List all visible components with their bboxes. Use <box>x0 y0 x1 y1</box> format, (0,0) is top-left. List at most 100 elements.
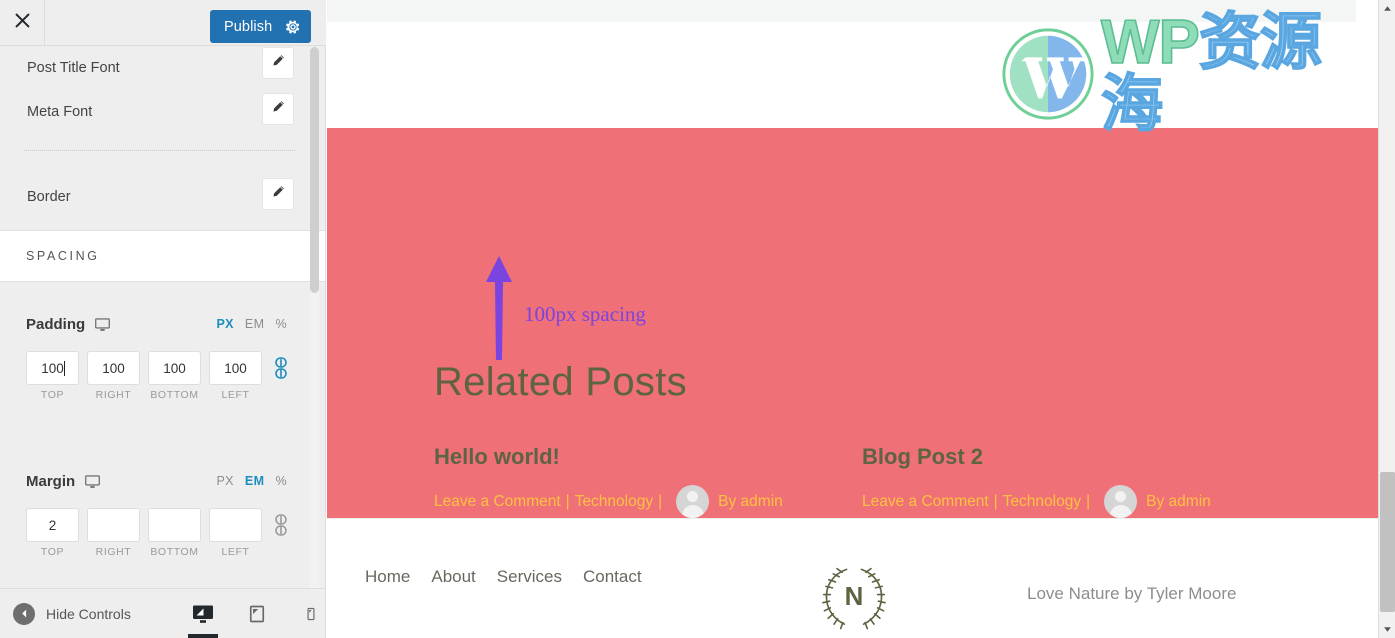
margin-right-input[interactable] <box>87 508 140 542</box>
padding-unit-switch: PX EM % <box>216 317 287 331</box>
control-row-border[interactable]: Border <box>0 175 325 218</box>
meta-separator: | <box>658 492 663 510</box>
margin-top-cell: 2 TOP <box>26 508 79 558</box>
post-category-link[interactable]: Technology <box>1003 493 1081 511</box>
post-meta: Leave a Comment | Technology | By admin <box>862 485 1211 518</box>
control-label: Border <box>27 188 71 205</box>
publish-button[interactable]: Publish <box>210 10 311 43</box>
close-icon <box>14 12 31 34</box>
page-scrollbar-thumb[interactable] <box>1380 472 1395 612</box>
padding-link-chain-icon[interactable] <box>272 357 290 379</box>
margin-top-input[interactable]: 2 <box>26 508 79 542</box>
padding-right-cell: 100 RIGHT <box>87 351 140 401</box>
pencil-icon <box>270 53 286 74</box>
avatar-body <box>1109 505 1132 518</box>
footer-nav-services[interactable]: Services <box>497 567 562 587</box>
post-category-link[interactable]: Technology <box>575 493 653 511</box>
publish-button-label: Publish <box>224 18 273 35</box>
padding-right-input[interactable]: 100 <box>87 351 140 385</box>
margin-title-row: Margin PX EM % <box>0 468 325 494</box>
pencil-icon <box>270 184 286 205</box>
footer-nav-contact[interactable]: Contact <box>583 567 642 587</box>
section-title: SPACING <box>26 249 100 263</box>
scroll-up-arrow-icon[interactable] <box>1379 0 1395 17</box>
padding-top-label: TOP <box>40 389 65 401</box>
margin-bottom-label: BOTTOM <box>150 546 199 558</box>
margin-unit-switch: PX EM % <box>216 474 287 488</box>
leave-a-comment-link[interactable]: Leave a Comment <box>862 493 989 511</box>
desktop-preview-icon[interactable] <box>188 599 218 638</box>
margin-left-cell: LEFT <box>209 508 262 558</box>
avatar-head <box>687 491 699 502</box>
margin-link-chain-icon[interactable] <box>272 514 290 536</box>
control-row-post-title-font[interactable]: Post Title Font <box>0 46 325 89</box>
margin-unit-percent[interactable]: % <box>275 474 287 488</box>
margin-label: Margin <box>26 472 76 490</box>
sidebar-header: Publish <box>0 0 326 46</box>
desktop-monitor-icon[interactable] <box>94 316 111 333</box>
footer-nav-about[interactable]: About <box>431 567 475 587</box>
avatar-body <box>681 505 704 518</box>
margin-left-label: LEFT <box>221 546 250 558</box>
sidebar-scrollbar-thumb[interactable] <box>310 47 319 293</box>
device-preview-switch <box>188 589 324 638</box>
padding-unit-px[interactable]: PX <box>216 317 233 331</box>
page-scrollbar[interactable] <box>1378 0 1395 638</box>
padding-control: Padding PX EM % 100 TOP 100 RIGHT 100 BO… <box>0 311 325 401</box>
margin-top-label: TOP <box>40 546 65 558</box>
user-avatar-icon <box>676 485 710 518</box>
meta-separator: | <box>565 492 570 510</box>
spacing-annotation-label: 100px spacing <box>524 302 646 326</box>
padding-right-label: RIGHT <box>95 389 132 401</box>
post-title[interactable]: Hello world! <box>434 444 783 470</box>
margin-left-input[interactable] <box>209 508 262 542</box>
margin-control: Margin PX EM % 2 TOP RIGHT BOTTOM LEFT <box>0 468 325 558</box>
edit-border-button[interactable] <box>263 179 293 209</box>
site-footer: Home About Services Contact N Love Natur… <box>327 518 1378 638</box>
chevron-left-circle-icon <box>13 602 35 625</box>
control-label: Meta Font <box>27 103 93 120</box>
tablet-preview-icon[interactable] <box>244 599 270 629</box>
customizer-screen: Publish Post Title Font Meta Font Border… <box>0 0 1395 638</box>
watermark-text-cn: 资源海 <box>1100 8 1322 139</box>
control-row-meta-font[interactable]: Meta Font <box>0 90 325 133</box>
padding-left-input[interactable]: 100 <box>209 351 262 385</box>
up-arrow-annotation <box>482 256 516 360</box>
related-post-item: Hello world! Leave a Comment | Technolog… <box>434 444 783 518</box>
margin-right-cell: RIGHT <box>87 508 140 558</box>
margin-unit-px[interactable]: PX <box>216 474 233 488</box>
post-title[interactable]: Blog Post 2 <box>862 444 1211 470</box>
post-author[interactable]: By admin <box>1146 493 1211 511</box>
margin-bottom-cell: BOTTOM <box>148 508 201 558</box>
margin-fields: 2 TOP RIGHT BOTTOM LEFT <box>0 508 325 558</box>
edit-post-title-font-button[interactable] <box>263 48 293 78</box>
padding-top-input[interactable]: 100 <box>26 351 79 385</box>
margin-right-label: RIGHT <box>95 546 132 558</box>
leave-a-comment-link[interactable]: Leave a Comment <box>434 493 561 511</box>
close-button[interactable] <box>0 0 45 45</box>
post-author[interactable]: By admin <box>718 493 783 511</box>
related-post-item: Blog Post 2 Leave a Comment | Technology… <box>862 444 1211 518</box>
padding-fields: 100 TOP 100 RIGHT 100 BOTTOM 100 LEFT <box>0 351 325 401</box>
margin-unit-em[interactable]: EM <box>245 474 265 488</box>
padding-unit-em[interactable]: EM <box>245 317 265 331</box>
scroll-down-arrow-icon[interactable] <box>1379 621 1395 638</box>
footer-nav-home[interactable]: Home <box>365 567 410 587</box>
edit-meta-font-button[interactable] <box>263 94 293 124</box>
wordpress-logo-icon <box>999 25 1097 123</box>
user-avatar-icon <box>1104 485 1138 518</box>
hide-controls-button[interactable]: Hide Controls <box>0 602 131 625</box>
avatar-head <box>1115 491 1127 502</box>
padding-left-label: LEFT <box>221 389 250 401</box>
gear-icon[interactable] <box>285 19 301 35</box>
desktop-monitor-icon[interactable] <box>84 473 101 490</box>
related-posts-heading: Related Posts <box>434 360 687 404</box>
padding-bottom-label: BOTTOM <box>150 389 199 401</box>
sidebar-footer: Hide Controls <box>0 589 325 638</box>
mobile-preview-icon[interactable] <box>298 599 324 629</box>
pencil-icon <box>270 99 286 120</box>
padding-bottom-input[interactable]: 100 <box>148 351 201 385</box>
margin-bottom-input[interactable] <box>148 508 201 542</box>
padding-title-row: Padding PX EM % <box>0 311 325 337</box>
padding-unit-percent[interactable]: % <box>275 317 287 331</box>
